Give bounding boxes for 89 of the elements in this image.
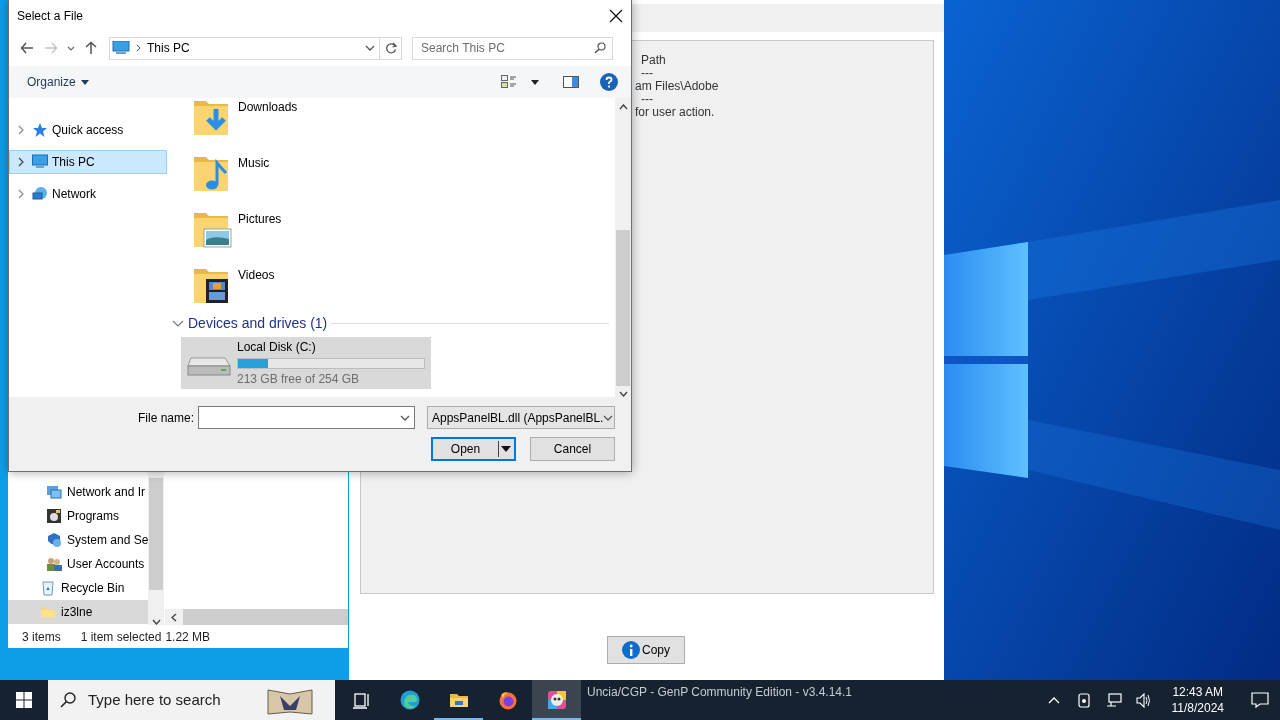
tree-item[interactable]: System and Se [8,528,148,552]
clock-time[interactable]: 12:43 AM [1171,684,1224,700]
browser-icon [399,690,420,710]
copy-button[interactable]: Copy [607,636,685,664]
nav-item[interactable]: Recycle Bin [8,576,148,600]
scroll-down-icon [618,391,628,397]
network-icon [32,186,48,202]
refresh-button[interactable] [380,36,402,60]
log-line: Path [641,54,666,67]
close-icon [609,9,623,23]
log-line: am Files\Adobe [635,80,719,93]
recycle-bin-icon [40,580,56,596]
status-text: 1.22 MB [165,628,211,646]
computer-icon [32,154,48,170]
scroll-up-icon [618,104,628,110]
device-icon [1076,692,1091,708]
firefox-icon [497,690,518,710]
taskbar-search-box[interactable]: Type here to search [48,680,335,720]
folder-icon [40,604,56,620]
free-space-text: 213 GB free of 254 GB [237,372,361,386]
windows-icon [16,692,32,708]
star-icon [32,122,48,138]
dropdown-icon [603,414,614,421]
organize-button[interactable]: Organize [21,71,95,93]
nav-item[interactable]: Quick access [9,118,167,142]
task-view-icon [350,690,371,710]
skull-app-icon [546,690,567,710]
status-text: 1 item selected [80,628,162,646]
volume-icon [1135,692,1152,708]
view-icon [501,75,517,89]
folder-item[interactable]: Pictures [192,207,615,263]
cancel-button[interactable]: Cancel [530,437,615,461]
file-name-box[interactable] [198,406,415,429]
info-icon [622,641,640,659]
address-bar[interactable]: This PC [109,36,380,60]
app-footer-text: Uncia/CGP - GenP Community Edition - v3.4.14.1 [587,684,852,701]
chevron-icon [136,44,141,52]
tree-item[interactable]: User Accounts [8,552,148,576]
open-button[interactable]: Open [431,437,516,461]
breadcrumb[interactable]: This PC [147,39,359,57]
back-icon [20,41,34,55]
notification-icon [1251,692,1269,708]
scroll-left-icon [171,612,177,622]
caret-icon [80,79,89,85]
clock-date[interactable]: 11/8/2024 [1171,700,1224,716]
log-line: --- [641,93,653,106]
refresh-icon [384,42,397,54]
scroll-down-icon [151,619,161,625]
folder-item[interactable]: Music [192,151,615,207]
help-icon [600,73,618,91]
nav-item[interactable]: Network [9,182,167,206]
search-box[interactable]: Search This PC [412,36,613,60]
collapse-icon[interactable] [172,319,184,328]
programs-icon [46,508,62,524]
taskbar-search-field[interactable]: Type here to search [86,687,256,713]
drive-name: Local Disk (C:) [237,340,317,354]
status-text: 3 items [22,628,61,646]
caret-icon [501,446,511,452]
forward-icon [44,41,58,55]
up-icon [84,41,98,55]
shield-icon [46,532,62,548]
users-icon [46,556,62,572]
file-type-dropdown[interactable]: AppsPanelBL.dll (AppsPanelBL. [427,406,615,429]
search-icon [594,42,606,54]
network-icon [1105,692,1122,708]
log-line: --- [641,67,653,80]
tree-item[interactable]: Network and Ir [8,480,148,504]
folder-item[interactable]: Downloads [192,98,615,151]
dropdown-icon [365,45,375,51]
search-icon [60,692,76,708]
nav-item[interactable]: This PC [9,150,167,174]
field-label: File name: [137,409,194,427]
network-icon [46,484,62,500]
window-title: Select a File [17,8,84,25]
scrollbar[interactable] [165,609,348,625]
tree-item[interactable]: Programs [8,504,148,528]
nav-item[interactable]: iz3lne [8,600,148,624]
pane-icon [563,76,579,88]
scrollbar[interactable] [615,98,631,397]
dropdown-icon [400,414,410,421]
group-header[interactable]: Devices and drives (1) [188,313,328,334]
help-button[interactable] [597,70,621,94]
drive-item[interactable]: Local Disk (C:) 213 GB free of 254 GB [181,337,431,389]
show-hidden-icon [1047,695,1060,705]
log-line: for user action. [635,106,715,119]
caret-icon [531,79,539,85]
computer-icon [112,41,130,55]
recent-icon [67,45,75,51]
taskbar-app[interactable] [532,680,581,720]
